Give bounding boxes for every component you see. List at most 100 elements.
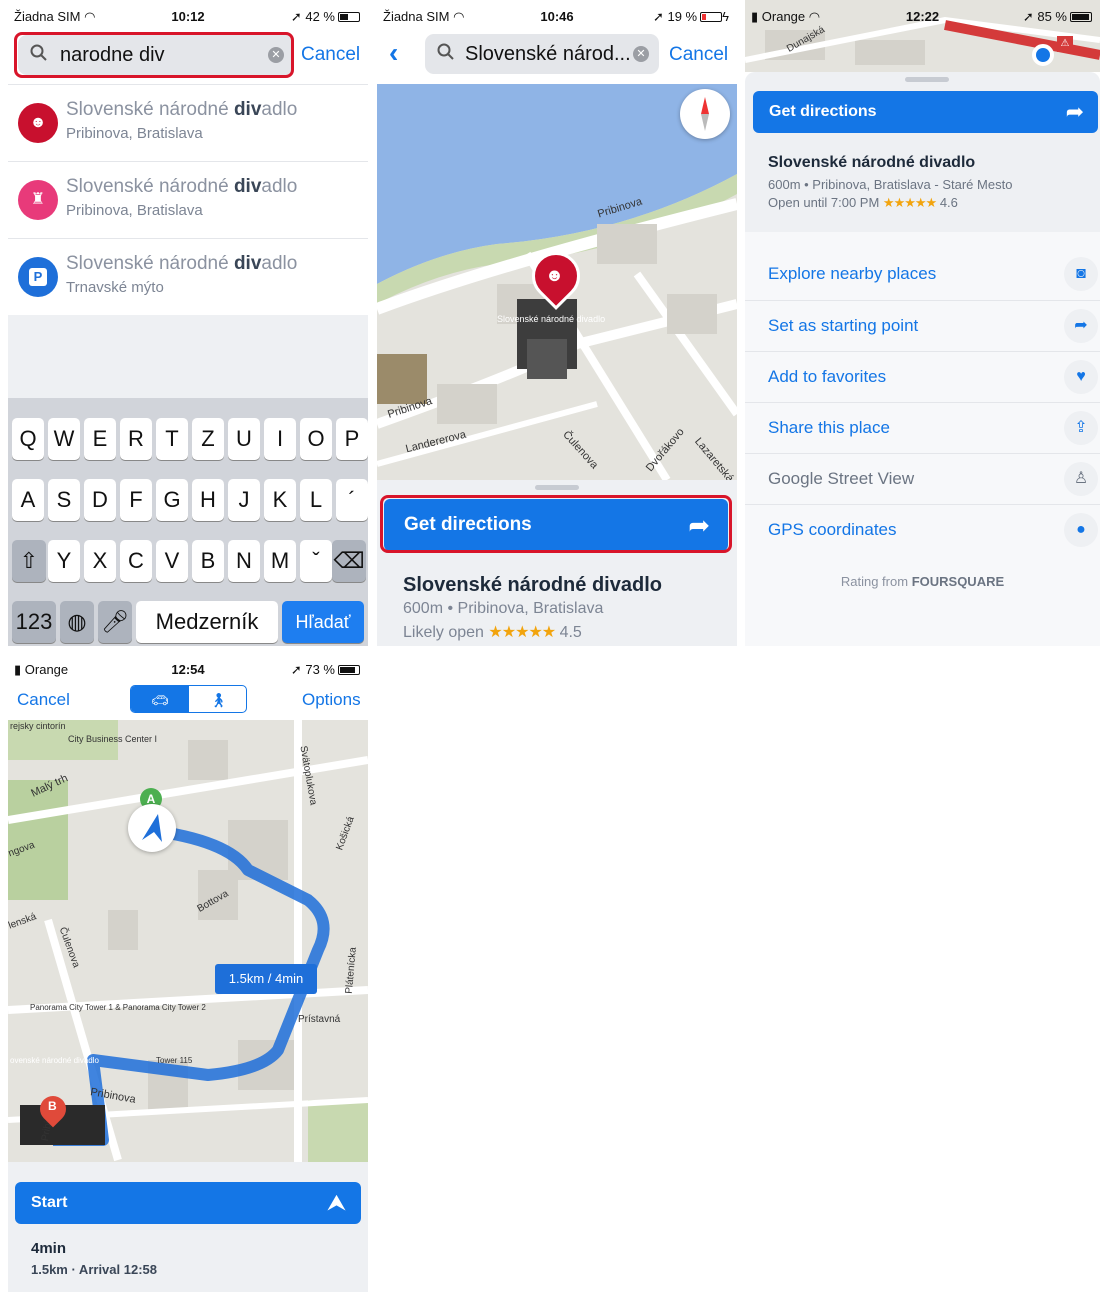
status-bar: ▮ Orange ◠ 12:22 ➚ 85 %: [745, 0, 1100, 30]
back-icon[interactable]: ‹: [389, 37, 398, 69]
search-field[interactable]: Slovenské národ... ✕: [425, 34, 659, 74]
result-address: Trnavské mýto: [66, 279, 164, 296]
key-row2-1[interactable]: S: [48, 479, 80, 521]
rating-credit: Rating from FOURSQUARE: [745, 574, 1100, 589]
result-item[interactable]: P Slovenské národné divadlo Trnavské mýt…: [8, 239, 368, 316]
space-key[interactable]: Medzerník: [136, 601, 278, 643]
key-1[interactable]: W: [48, 418, 80, 460]
cancel-button[interactable]: Cancel: [301, 44, 360, 66]
cancel-button[interactable]: Cancel: [669, 44, 728, 66]
action-explore-nearby[interactable]: Explore nearby places ◙: [745, 249, 1100, 300]
key-0[interactable]: Q: [12, 418, 44, 460]
key-8[interactable]: O: [300, 418, 332, 460]
key-row2-8[interactable]: L: [300, 479, 332, 521]
car-icon[interactable]: 🚗︎: [131, 686, 189, 712]
shift-key-icon[interactable]: ⇧: [12, 540, 46, 582]
clear-icon[interactable]: ✕: [633, 46, 649, 62]
result-item[interactable]: ☻ Slovenské národné divadlo Pribinova, B…: [8, 85, 368, 162]
map-label: City Business Center I: [68, 734, 158, 744]
action-share-place[interactable]: Share this place ⇪: [745, 402, 1100, 453]
result-title: Slovenské národné divadlo: [66, 253, 298, 274]
battery-percent: 19 %: [667, 9, 698, 24]
map-label: ovenské národné divadlo: [10, 1056, 99, 1065]
result-address: Pribinova, Bratislava: [66, 202, 203, 219]
compass-icon[interactable]: [680, 89, 730, 139]
key-3[interactable]: R: [120, 418, 152, 460]
get-directions-button[interactable]: Get directions ➦: [753, 91, 1098, 133]
sheet-grabber[interactable]: [535, 485, 579, 490]
battery-percent: 73 %: [305, 662, 335, 677]
key-row3-7[interactable]: ˇ: [300, 540, 332, 582]
rating-credit-label: Rating from: [840, 574, 909, 589]
action-label: Add to favorites: [768, 367, 887, 386]
microphone-key-icon[interactable]: 🎤︎: [98, 601, 132, 643]
navigation-arrow-icon: ⮝: [328, 1192, 345, 1214]
map-label: Prístavná: [298, 1014, 341, 1025]
backspace-key-icon[interactable]: ⌫: [332, 540, 366, 582]
action-label: Explore nearby places: [768, 264, 937, 283]
route-label: 1.5km / 4min: [215, 964, 317, 994]
start-button[interactable]: Start ⮝: [15, 1182, 361, 1224]
action-gps-coordinates[interactable]: GPS coordinates ●: [745, 504, 1100, 555]
key-row3-6[interactable]: M: [264, 540, 296, 582]
place-detail: 600m • Pribinova, Bratislava - Staré Mes…: [768, 177, 1013, 192]
place-detail-screen: Dunajská ⚠ ▮ Orange ◠ 12:22 ➚ 85 % Get d…: [745, 0, 1100, 646]
map-view[interactable]: Pribinova Pribinova Landererova Čulenova…: [377, 84, 737, 480]
key-9[interactable]: P: [336, 418, 368, 460]
numbers-key[interactable]: 123: [12, 601, 56, 643]
result-item[interactable]: ♜ Slovenské národné divadlo Pribinova, B…: [8, 162, 368, 239]
key-row2-0[interactable]: A: [12, 479, 44, 521]
action-label: Google Street View: [768, 469, 915, 488]
turn-arrow-icon: ➦: [1064, 309, 1098, 343]
action-street-view[interactable]: Google Street View ♙: [745, 453, 1100, 504]
key-4[interactable]: T: [156, 418, 188, 460]
marker-b-label: B: [48, 1099, 57, 1113]
results-empty-area: [8, 315, 368, 398]
key-7[interactable]: I: [264, 418, 296, 460]
cancel-button[interactable]: Cancel: [17, 690, 70, 710]
key-row3-3[interactable]: V: [156, 540, 188, 582]
key-row2-4[interactable]: G: [156, 479, 188, 521]
key-5[interactable]: Z: [192, 418, 224, 460]
key-row3-2[interactable]: C: [120, 540, 152, 582]
theater-masks-icon: ☻: [18, 103, 58, 143]
location-pin-icon: ●: [1064, 513, 1098, 547]
sheet-grabber[interactable]: [905, 77, 949, 82]
location-arrow-icon: ➚: [290, 9, 302, 24]
key-row2-7[interactable]: K: [264, 479, 296, 521]
rating-value: 4.6: [939, 195, 958, 210]
key-row3-5[interactable]: N: [228, 540, 260, 582]
walk-icon[interactable]: 🚶︎: [189, 686, 246, 712]
theater-masks-icon: ☻: [545, 265, 564, 285]
key-row2-2[interactable]: D: [84, 479, 116, 521]
key-row2-3[interactable]: F: [120, 479, 152, 521]
action-add-favorites[interactable]: Add to favorites ♥: [745, 351, 1100, 402]
action-set-starting-point[interactable]: Set as starting point ➦: [745, 300, 1100, 351]
key-row3-4[interactable]: B: [192, 540, 224, 582]
key-row3-0[interactable]: Y: [48, 540, 80, 582]
navigation-arrow-icon: [128, 804, 176, 852]
status-bar: Žiadna SIM ◠ 10:46 ➚ 19 % ϟ: [377, 0, 737, 30]
map-label: Tower 115: [156, 1056, 193, 1065]
key-row2-5[interactable]: H: [192, 479, 224, 521]
poi-label: Slovenské národné divadlo: [497, 314, 606, 324]
route-screen: ▮ Orange 12:54 ➚ 73 % Cancel 🚗︎ 🚶︎ Optio…: [8, 656, 368, 1292]
key-row3-1[interactable]: X: [84, 540, 116, 582]
actions-list: Explore nearby places ◙ Set as starting p…: [745, 232, 1100, 646]
map-view[interactable]: rejsky cintorín City Business Center I M…: [8, 720, 368, 1162]
place-name: Slovenské národné divadlo: [403, 574, 662, 596]
highlight-box: [380, 495, 732, 553]
search-go-key[interactable]: Hľadať: [282, 601, 364, 643]
search-input[interactable]: Slovenské národ...: [465, 43, 631, 66]
key-2[interactable]: E: [84, 418, 116, 460]
key-6[interactable]: U: [228, 418, 260, 460]
key-row2-9[interactable]: ´: [336, 479, 368, 521]
key-row2-6[interactable]: J: [228, 479, 260, 521]
globe-key-icon[interactable]: ◍: [60, 601, 94, 643]
result-address: Pribinova, Bratislava: [66, 125, 203, 142]
transport-mode-toggle[interactable]: 🚗︎ 🚶︎: [130, 685, 247, 713]
turn-arrow-icon: ➦: [1065, 99, 1084, 124]
result-title: Slovenské národné divadlo: [66, 176, 298, 197]
options-button[interactable]: Options: [302, 690, 361, 710]
action-label: Share this place: [768, 418, 890, 437]
